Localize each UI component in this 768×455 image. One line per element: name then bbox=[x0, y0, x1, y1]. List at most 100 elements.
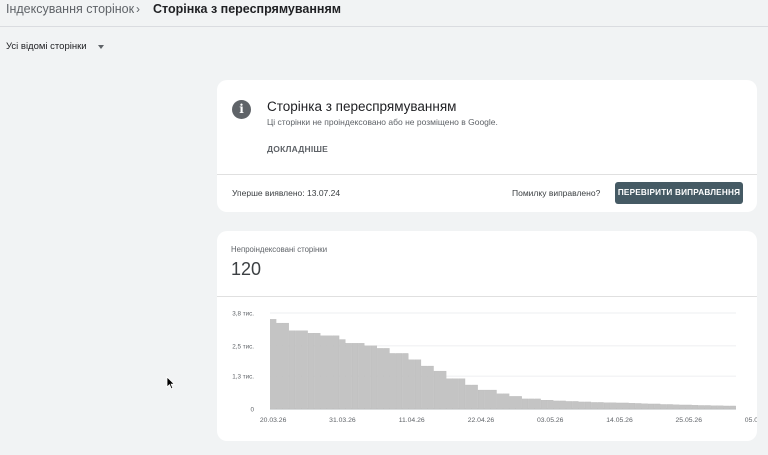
metric-label: Непроіндексовані сторінки bbox=[231, 245, 328, 254]
status-title: Сторінка з переспрямуванням bbox=[267, 99, 457, 114]
chart-bar[interactable] bbox=[717, 405, 724, 410]
breadcrumb-parent-link[interactable]: Індексування сторінок bbox=[6, 2, 134, 16]
chart-bar[interactable] bbox=[616, 402, 623, 410]
chart-bar[interactable] bbox=[389, 353, 396, 410]
x-tick-label: 03.05.26 bbox=[537, 417, 564, 424]
chart-bar[interactable] bbox=[698, 405, 705, 410]
chart-bar[interactable] bbox=[723, 405, 730, 410]
chart-bar[interactable] bbox=[710, 405, 718, 410]
chart-bar[interactable] bbox=[333, 335, 340, 410]
mouse-cursor-icon bbox=[166, 376, 176, 390]
chart-card: Непроіндексовані сторінки 120 0 1,3 тис. 2… bbox=[217, 231, 757, 441]
chart-bar[interactable] bbox=[622, 402, 629, 410]
chart-bar[interactable] bbox=[465, 384, 472, 410]
chart-bar[interactable] bbox=[440, 370, 447, 410]
chart-bar[interactable] bbox=[591, 402, 598, 410]
chart-bar[interactable] bbox=[691, 405, 699, 410]
chart-bar[interactable] bbox=[358, 343, 365, 410]
chart-bar[interactable] bbox=[276, 322, 283, 410]
status-card: i Сторінка з переспрямуванням Ці сторінк… bbox=[217, 80, 757, 212]
chart-bar[interactable] bbox=[704, 405, 711, 410]
chart-bar[interactable] bbox=[282, 322, 289, 410]
info-icon: i bbox=[232, 100, 251, 119]
chart-bar[interactable] bbox=[559, 400, 566, 410]
chart-bar[interactable] bbox=[521, 398, 529, 410]
chart-bar[interactable] bbox=[654, 403, 661, 410]
chart-bar[interactable] bbox=[584, 401, 592, 410]
chart-bar[interactable] bbox=[553, 400, 560, 410]
chart-bar[interactable] bbox=[490, 389, 497, 410]
metric-value: 120 bbox=[231, 259, 262, 279]
chart-bar[interactable] bbox=[679, 404, 686, 410]
chart-bar[interactable] bbox=[364, 345, 371, 410]
chart-bar[interactable] bbox=[578, 401, 585, 410]
learn-more-link[interactable]: ДОКЛАДНІШЕ bbox=[267, 144, 328, 154]
chart-bar[interactable] bbox=[370, 345, 378, 410]
page-title: Сторінка з переспрямуванням bbox=[153, 2, 341, 16]
chart-bar[interactable] bbox=[484, 389, 491, 410]
chart-bar[interactable] bbox=[395, 353, 403, 410]
chart-bar[interactable] bbox=[433, 370, 440, 410]
chart-bar[interactable] bbox=[572, 401, 579, 410]
chart-bar[interactable] bbox=[421, 365, 428, 410]
chart-bar[interactable] bbox=[402, 353, 409, 410]
chart-bar[interactable] bbox=[635, 403, 642, 410]
chart-bar[interactable] bbox=[408, 359, 415, 410]
chart-bar[interactable] bbox=[414, 359, 422, 410]
chart-bar[interactable] bbox=[528, 398, 535, 410]
chart-bar[interactable] bbox=[597, 402, 604, 410]
chart-bar[interactable] bbox=[603, 402, 611, 410]
chart-bar[interactable] bbox=[628, 403, 636, 410]
chart-bar[interactable] bbox=[288, 330, 296, 410]
x-tick-label: 20.03.26 bbox=[260, 417, 287, 424]
chart-bar[interactable] bbox=[547, 400, 554, 410]
chart-bar[interactable] bbox=[345, 343, 352, 410]
chart-bar[interactable] bbox=[641, 403, 648, 410]
chart-bar[interactable] bbox=[320, 335, 327, 410]
x-tick-label: 11.04.26 bbox=[399, 417, 425, 424]
chart-bar[interactable] bbox=[471, 384, 478, 410]
breadcrumb: Індексування сторінок › Сторінка з перес… bbox=[0, 0, 768, 27]
breadcrumb-separator-icon: › bbox=[136, 2, 140, 16]
x-tick-label: 14.05.26 bbox=[606, 417, 633, 424]
chart-bar[interactable] bbox=[383, 348, 390, 410]
y-tick-label: 3,8 тис. bbox=[232, 311, 254, 318]
chart-bar[interactable] bbox=[566, 401, 573, 410]
chart-bar[interactable] bbox=[377, 348, 384, 410]
chart-bar[interactable] bbox=[314, 333, 321, 410]
status-card-divider bbox=[217, 174, 757, 175]
chart-bar[interactable] bbox=[339, 339, 346, 410]
chart-bar[interactable] bbox=[295, 330, 302, 410]
x-tick-label: 05.06.26 bbox=[745, 417, 757, 424]
chart-bar[interactable] bbox=[503, 393, 510, 410]
first-detected-text: Уперше виявлено: 13.07.24 bbox=[232, 188, 341, 198]
chart-bar[interactable] bbox=[515, 396, 522, 410]
chart-bar[interactable] bbox=[496, 393, 503, 410]
chart-bar[interactable] bbox=[540, 400, 548, 410]
chart-bar[interactable] bbox=[673, 404, 680, 410]
chart-bar[interactable] bbox=[666, 404, 673, 410]
page-filter-label[interactable]: Усі відомі сторінки bbox=[6, 41, 87, 55]
chart-bar[interactable] bbox=[326, 335, 333, 410]
pages-bar-chart[interactable]: 0 1,3 тис. 2,5 тис. 3,8 тис. 20.03.26 31.03.2… bbox=[217, 297, 757, 437]
chart-bar[interactable] bbox=[446, 378, 453, 410]
chart-bar[interactable] bbox=[685, 404, 692, 410]
chart-bar[interactable] bbox=[427, 365, 434, 410]
chart-bar[interactable] bbox=[647, 403, 655, 410]
chart-bar[interactable] bbox=[509, 396, 516, 410]
fixed-question-text: Помилку виправлено? bbox=[512, 188, 601, 198]
chart-bar[interactable] bbox=[660, 404, 667, 410]
chart-bar[interactable] bbox=[534, 398, 541, 410]
chart-bar[interactable] bbox=[307, 333, 315, 410]
chart-bar[interactable] bbox=[729, 405, 736, 410]
validate-fix-button[interactable]: ПЕРЕВІРИТИ ВИПРАВЛЕННЯ bbox=[615, 182, 743, 204]
chart-bar[interactable] bbox=[452, 378, 459, 410]
chart-bar[interactable] bbox=[458, 378, 466, 410]
x-tick-label: 31.03.26 bbox=[329, 417, 356, 424]
chart-bar[interactable] bbox=[270, 319, 277, 410]
chart-bar[interactable] bbox=[301, 330, 308, 410]
chart-bar[interactable] bbox=[610, 402, 617, 410]
chart-bar[interactable] bbox=[477, 389, 485, 410]
caret-down-icon[interactable] bbox=[98, 45, 104, 49]
chart-bar[interactable] bbox=[351, 343, 359, 410]
